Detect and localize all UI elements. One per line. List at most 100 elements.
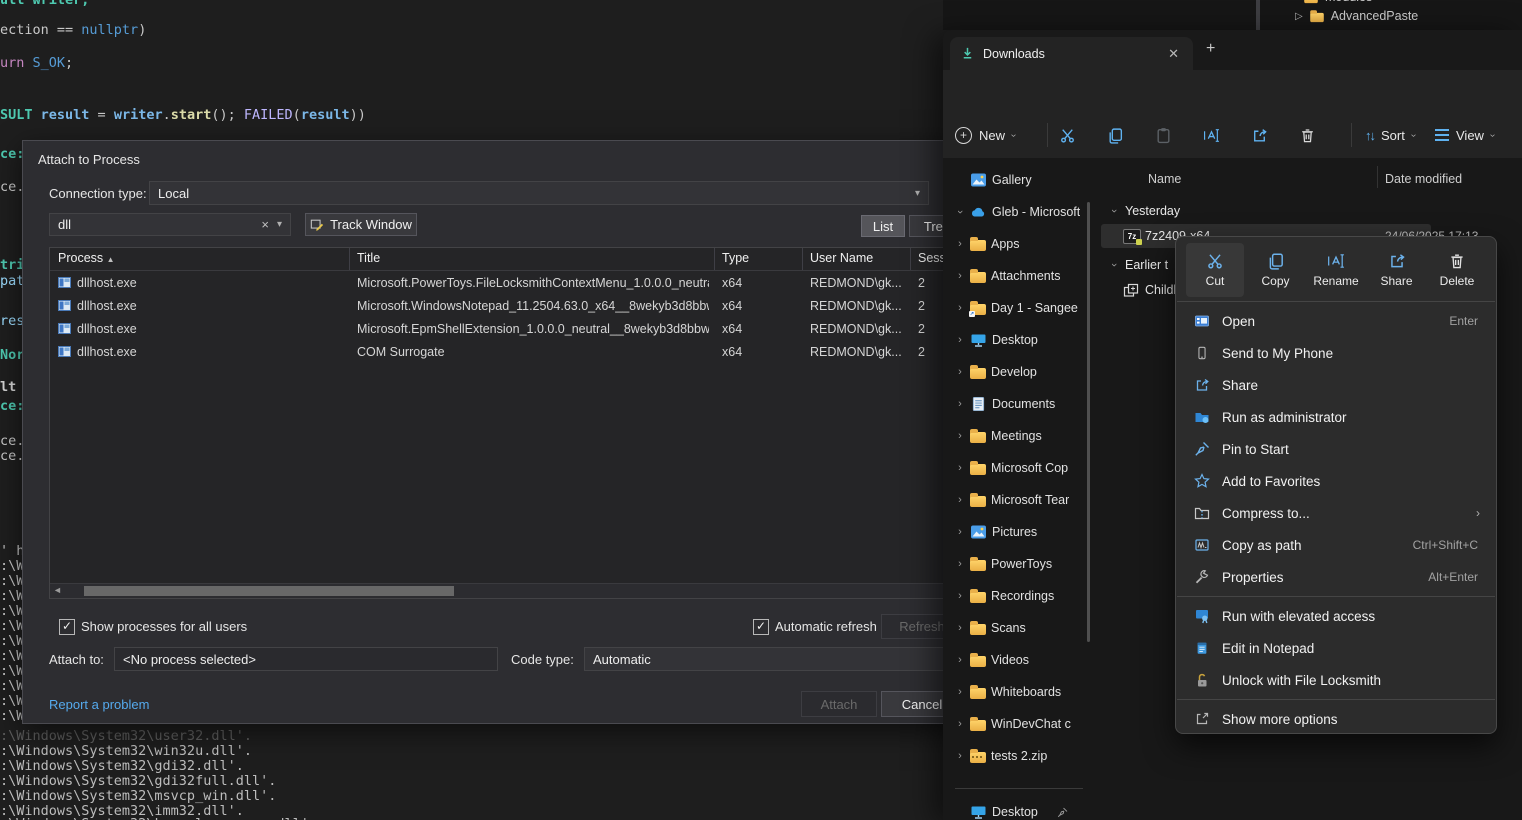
sidebar-item-attachments[interactable]: ›Attachments bbox=[943, 260, 1093, 292]
chevron-down-icon[interactable]: › bbox=[1108, 206, 1120, 216]
chevron-down-icon[interactable]: ▾ bbox=[277, 219, 282, 230]
show-all-users-label[interactable]: Show processes for all users bbox=[81, 619, 247, 634]
share-button[interactable] bbox=[1241, 123, 1277, 147]
sidebar-scrollbar[interactable] bbox=[1087, 202, 1090, 642]
chevron-right-icon[interactable]: › bbox=[955, 590, 965, 602]
sidebar-item-meetings[interactable]: ›Meetings bbox=[943, 420, 1093, 452]
auto-refresh-label[interactable]: Automatic refresh bbox=[775, 619, 877, 634]
horizontal-scrollbar[interactable]: ◄ bbox=[50, 583, 943, 598]
sidebar-item-gallery[interactable]: › Gallery bbox=[943, 164, 1093, 196]
sidebar-item-microsoft-cop[interactable]: ›Microsoft Cop bbox=[943, 452, 1093, 484]
chevron-down-icon[interactable]: ▾ bbox=[915, 188, 920, 199]
chevron-right-icon[interactable]: ▷ bbox=[1295, 11, 1303, 22]
chevron-right-icon[interactable]: › bbox=[955, 366, 965, 378]
menu-item-pin-to-start[interactable]: Pin to Start bbox=[1180, 433, 1492, 465]
chevron-right-icon[interactable]: › bbox=[955, 302, 965, 314]
sidebar-item-recordings[interactable]: ›Recordings bbox=[943, 580, 1093, 612]
rename-button[interactable] bbox=[1193, 123, 1229, 147]
menu-item-unlock-file-locksmith[interactable]: Unlock with File Locksmith bbox=[1180, 664, 1492, 696]
menu-item-send-to-phone[interactable]: Send to My Phone bbox=[1180, 337, 1492, 369]
menu-item-copy-as-path[interactable]: Copy as path Ctrl+Shift+C bbox=[1180, 529, 1492, 561]
show-all-users-checkbox[interactable] bbox=[59, 619, 75, 635]
group-earlier[interactable]: › Earlier t bbox=[1109, 258, 1168, 272]
close-tab-icon[interactable]: ✕ bbox=[1164, 46, 1183, 62]
sidebar-item-scans[interactable]: ›Scans bbox=[943, 612, 1093, 644]
process-row[interactable]: dllhost.exe Microsoft.EpmShellExtension_… bbox=[50, 318, 943, 341]
column-header-title[interactable]: Title bbox=[357, 251, 380, 265]
sidebar-item-apps[interactable]: ›Apps bbox=[943, 228, 1093, 260]
column-header-type[interactable]: Type bbox=[722, 251, 749, 265]
column-header-date[interactable]: Date modified bbox=[1385, 172, 1462, 186]
track-window-button[interactable]: Track Window bbox=[305, 213, 417, 236]
new-tab-button[interactable]: + bbox=[1206, 40, 1215, 58]
scrollbar[interactable] bbox=[1256, 0, 1260, 30]
report-problem-link[interactable]: Report a problem bbox=[49, 697, 149, 712]
menu-item-edit-in-notepad[interactable]: Edit in Notepad bbox=[1180, 632, 1492, 664]
menu-item-show-more-options[interactable]: Show more options bbox=[1180, 703, 1492, 735]
delete-button[interactable] bbox=[1289, 123, 1325, 147]
menu-item-compress-to[interactable]: Compress to... › bbox=[1180, 497, 1492, 529]
sidebar-item-documents[interactable]: › Documents bbox=[943, 388, 1093, 420]
sidebar-item-microsoft-tear[interactable]: ›Microsoft Tear bbox=[943, 484, 1093, 516]
sidebar-item-windevchat[interactable]: ›WinDevChat c bbox=[943, 708, 1093, 740]
delete-quick-action[interactable]: Delete bbox=[1428, 243, 1486, 297]
chevron-down-icon[interactable]: › bbox=[954, 207, 966, 217]
process-row[interactable]: dllhost.exe COM Surrogate x64 REDMOND\gk… bbox=[50, 341, 943, 364]
sidebar-item-videos[interactable]: ›Videos bbox=[943, 644, 1093, 676]
chevron-right-icon[interactable]: › bbox=[955, 238, 965, 250]
menu-item-share[interactable]: Share bbox=[1180, 369, 1492, 401]
clear-filter-icon[interactable]: × bbox=[261, 217, 269, 232]
chevron-right-icon[interactable]: › bbox=[955, 430, 965, 442]
auto-refresh-checkbox[interactable] bbox=[753, 619, 769, 635]
attach-to-field[interactable]: <No process selected> bbox=[114, 647, 498, 671]
sidebar-item-desktop-pinned[interactable]: › Desktop bbox=[943, 796, 1093, 820]
cut-quick-action[interactable]: Cut bbox=[1186, 243, 1244, 297]
chevron-right-icon[interactable]: › bbox=[955, 718, 965, 730]
column-divider[interactable] bbox=[349, 248, 350, 270]
sidebar-item-whiteboards[interactable]: ›Whiteboards bbox=[943, 676, 1093, 708]
chevron-right-icon[interactable]: › bbox=[955, 462, 965, 474]
new-button[interactable]: + New › bbox=[955, 121, 1015, 149]
column-divider[interactable] bbox=[802, 248, 803, 270]
menu-item-add-to-favorites[interactable]: Add to Favorites bbox=[1180, 465, 1492, 497]
copy-button[interactable] bbox=[1097, 123, 1133, 147]
cut-button[interactable] bbox=[1049, 123, 1085, 147]
sidebar-item-pictures[interactable]: › Pictures bbox=[943, 516, 1093, 548]
menu-item-properties[interactable]: Properties Alt+Enter bbox=[1180, 561, 1492, 593]
copy-quick-action[interactable]: Copy bbox=[1247, 243, 1305, 297]
code-type-field[interactable]: Automatic bbox=[584, 647, 963, 671]
connection-type-select[interactable]: Local ▾ bbox=[149, 181, 929, 205]
chevron-right-icon[interactable]: › bbox=[955, 334, 965, 346]
group-yesterday[interactable]: › Yesterday bbox=[1109, 204, 1180, 218]
column-divider[interactable] bbox=[1377, 166, 1378, 188]
chevron-down-icon[interactable]: › bbox=[1108, 260, 1120, 270]
process-row[interactable]: dllhost.exe Microsoft.PowerToys.FileLock… bbox=[50, 272, 943, 295]
column-divider[interactable] bbox=[714, 248, 715, 270]
menu-item-open[interactable]: Open Enter bbox=[1180, 305, 1492, 337]
list-view-button[interactable]: List bbox=[861, 215, 905, 237]
chevron-right-icon[interactable]: › bbox=[955, 398, 965, 410]
tab-downloads[interactable]: Downloads ✕ bbox=[950, 37, 1193, 70]
chevron-right-icon[interactable]: › bbox=[955, 526, 965, 538]
chevron-right-icon[interactable]: › bbox=[955, 494, 965, 506]
share-quick-action[interactable]: Share bbox=[1368, 243, 1426, 297]
sidebar-item-onedrive[interactable]: › Gleb - Microsoft bbox=[943, 196, 1093, 228]
chevron-right-icon[interactable]: › bbox=[955, 622, 965, 634]
tree-item-advancedpaste[interactable]: ▷ AdvancedPaste bbox=[1295, 9, 1418, 23]
sidebar-item-develop[interactable]: ›Develop bbox=[943, 356, 1093, 388]
process-row[interactable]: dllhost.exe Microsoft.WindowsNotepad_11.… bbox=[50, 295, 943, 318]
menu-item-run-elevated[interactable]: Run with elevated access bbox=[1180, 600, 1492, 632]
column-divider[interactable] bbox=[910, 248, 911, 270]
column-header-user[interactable]: User Name bbox=[810, 251, 873, 265]
rename-quick-action[interactable]: Rename bbox=[1307, 243, 1365, 297]
sidebar-item-powertoys[interactable]: ›PowerToys bbox=[943, 548, 1093, 580]
chevron-right-icon[interactable]: › bbox=[955, 558, 965, 570]
menu-item-run-as-admin[interactable]: Run as administrator bbox=[1180, 401, 1492, 433]
view-button[interactable]: View › bbox=[1435, 121, 1494, 149]
scrollbar-thumb[interactable] bbox=[84, 586, 454, 596]
paste-button[interactable] bbox=[1145, 123, 1181, 147]
chevron-right-icon[interactable]: › bbox=[955, 686, 965, 698]
attach-button[interactable]: Attach bbox=[801, 691, 877, 717]
tree-item-modules[interactable]: modules bbox=[1303, 0, 1372, 4]
sidebar-item-desktop[interactable]: › Desktop bbox=[943, 324, 1093, 356]
